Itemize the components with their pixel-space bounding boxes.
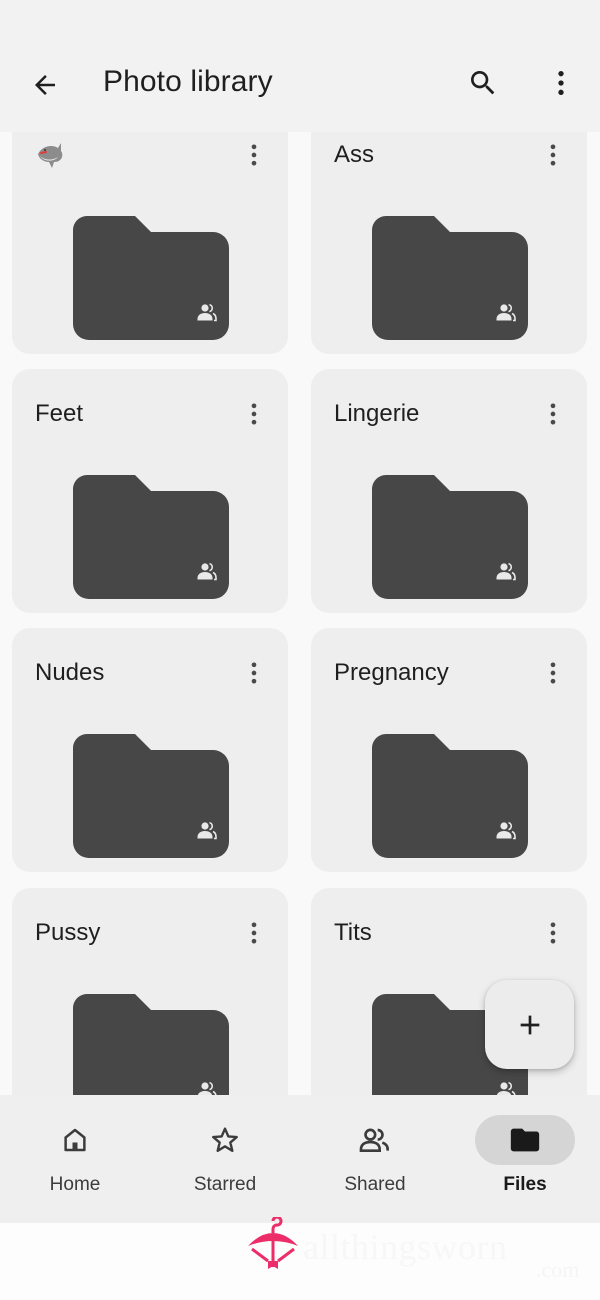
people-icon xyxy=(359,1128,389,1152)
home-icon xyxy=(64,1128,86,1152)
shared-folder-icon xyxy=(372,216,528,340)
folder-card[interactable]: Nudes xyxy=(12,628,288,872)
back-button[interactable] xyxy=(22,62,68,108)
plus-icon xyxy=(520,1015,539,1034)
folder-name: Lingerie xyxy=(334,400,420,427)
new-button[interactable] xyxy=(485,980,574,1069)
nav-item-starred[interactable]: Starred xyxy=(150,1095,300,1223)
search-icon xyxy=(471,71,495,95)
shared-folder-icon xyxy=(372,734,528,858)
nav-label: Starred xyxy=(193,1174,257,1195)
nav-item-home[interactable]: Home xyxy=(0,1095,150,1223)
folder-more-button[interactable] xyxy=(533,650,573,696)
more-vert-icon xyxy=(550,662,556,684)
folder-card[interactable]: Pregnancy xyxy=(311,628,587,872)
watermark: allthingsworn .com xyxy=(0,1217,600,1300)
folder-name: Tits xyxy=(334,919,372,946)
folder-more-button[interactable] xyxy=(234,650,274,696)
shared-folder-icon xyxy=(73,216,229,340)
folder-name: Nudes xyxy=(35,659,105,686)
nav-label: Files xyxy=(503,1174,547,1195)
folder-name: Ass xyxy=(334,141,375,168)
folder-name: Pregnancy xyxy=(334,659,449,686)
folder-more-button[interactable] xyxy=(533,132,573,178)
more-vert-icon xyxy=(550,144,556,166)
folder-more-button[interactable] xyxy=(234,132,274,178)
folder-card[interactable]: Ass xyxy=(311,132,587,354)
nav-item-files[interactable]: Files xyxy=(450,1095,600,1223)
shared-folder-icon xyxy=(73,994,229,1095)
folder-card[interactable]: Feet xyxy=(12,369,288,613)
folder-card[interactable]: Pussy xyxy=(12,888,288,1095)
watermark-text: allthingsworn xyxy=(303,1227,508,1267)
folder-grid-scroll[interactable]: Ass Feet Lingerie Nudes Pregnancy Pussy xyxy=(0,132,600,1095)
app-bar: Photo library xyxy=(0,40,600,132)
shark-emoji-icon xyxy=(38,143,63,168)
more-options-button[interactable] xyxy=(538,60,584,106)
shared-folder-icon xyxy=(372,475,528,599)
folder-more-button[interactable] xyxy=(533,910,573,956)
shared-folder-icon xyxy=(73,734,229,858)
hanger-logo-icon xyxy=(248,1217,298,1269)
nav-item-shared[interactable]: Shared xyxy=(300,1095,450,1223)
nav-label: Home xyxy=(49,1174,101,1195)
nav-label: Shared xyxy=(344,1174,406,1195)
star-icon xyxy=(212,1127,238,1152)
more-vert-icon xyxy=(550,922,556,944)
more-vert-icon xyxy=(251,662,257,684)
more-vert-icon xyxy=(251,144,257,166)
search-button[interactable] xyxy=(460,60,506,106)
status-bar xyxy=(0,0,600,40)
folder-name: Feet xyxy=(35,400,84,427)
folder-more-button[interactable] xyxy=(234,910,274,956)
more-vert-icon xyxy=(251,922,257,944)
page-title: Photo library xyxy=(103,65,273,98)
folder-icon xyxy=(510,1128,540,1152)
bottom-navigation: Home Starred Shared Files xyxy=(0,1095,600,1223)
folder-name: Pussy xyxy=(35,919,101,946)
folder-card[interactable] xyxy=(12,132,288,354)
watermark-suffix: .com xyxy=(536,1257,580,1282)
folder-more-button[interactable] xyxy=(234,391,274,437)
active-indicator-pill xyxy=(475,1115,575,1165)
folder-more-button[interactable] xyxy=(533,391,573,437)
arrow-back-icon xyxy=(35,75,55,95)
shared-folder-icon xyxy=(73,475,229,599)
folder-card[interactable]: Lingerie xyxy=(311,369,587,613)
more-vert-icon xyxy=(550,403,556,425)
more-vert-icon xyxy=(251,403,257,425)
more-vert-icon xyxy=(558,71,564,95)
